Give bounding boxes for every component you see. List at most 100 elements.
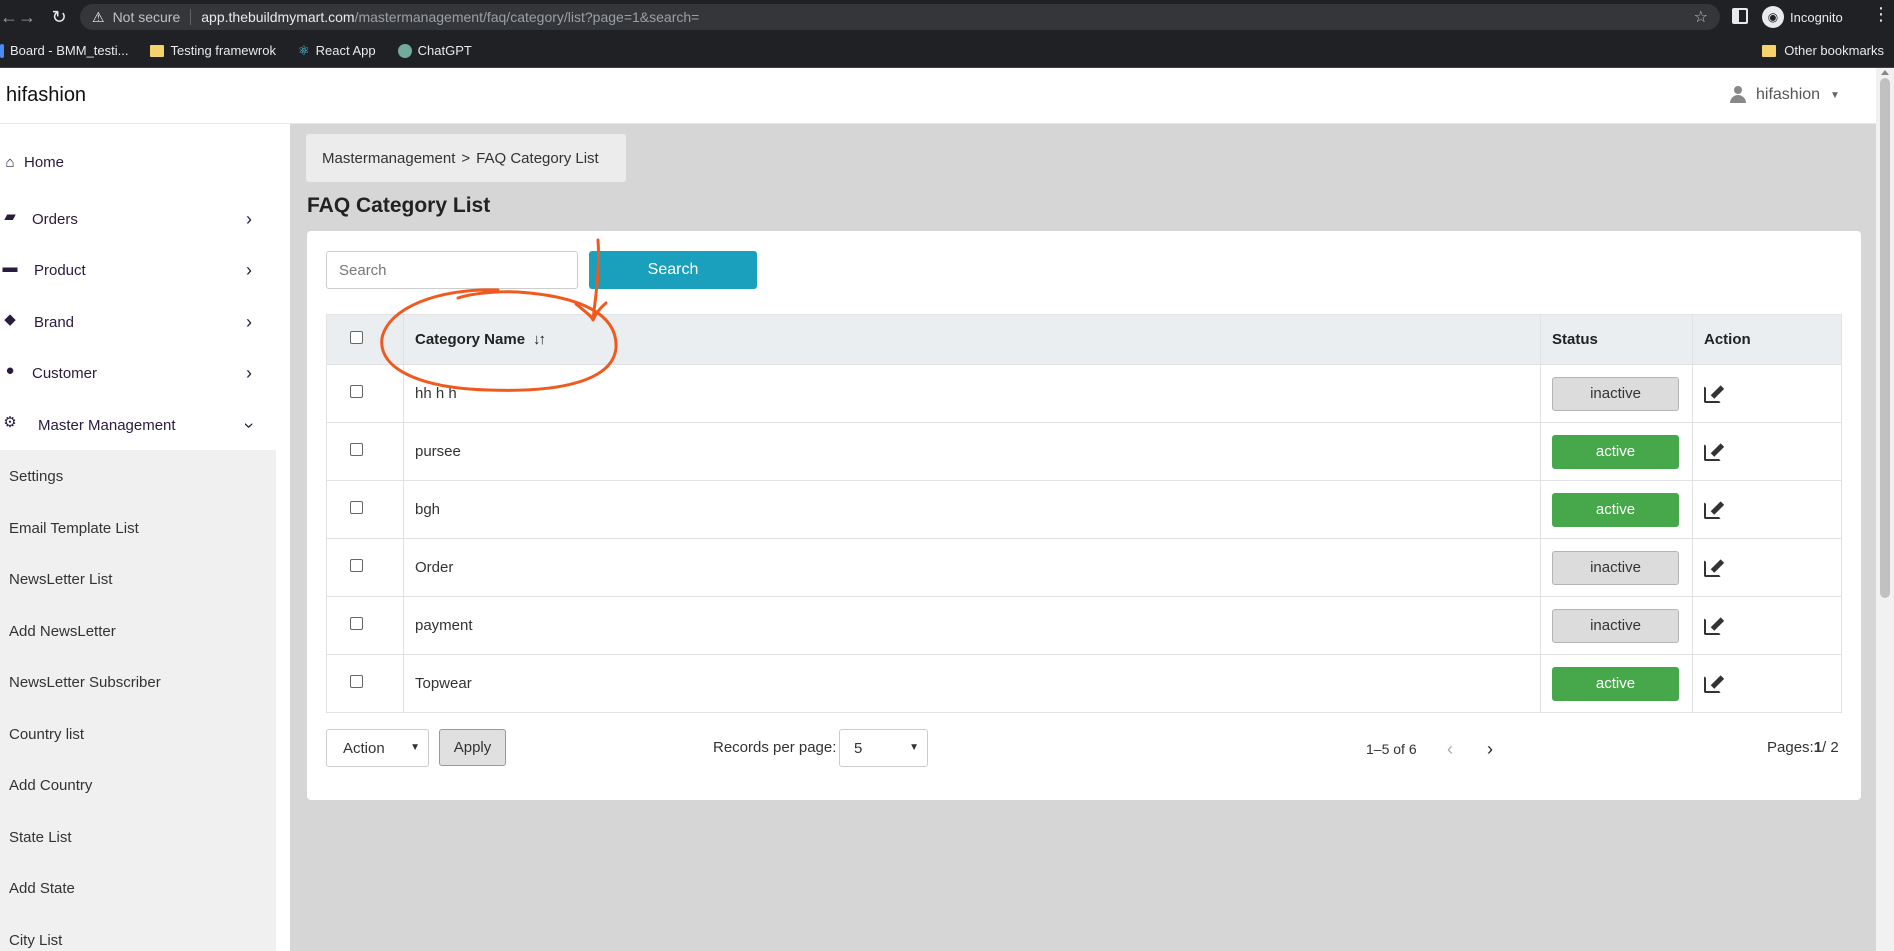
next-page-icon[interactable]: › xyxy=(1487,739,1493,760)
other-bookmarks[interactable]: Other bookmarks xyxy=(1762,43,1884,58)
bulk-action-value: Action xyxy=(343,739,385,757)
bookmark-item[interactable]: Testing framewrok xyxy=(150,43,276,58)
status-badge[interactable]: inactive xyxy=(1552,608,1679,643)
sidebar-item-orders[interactable]: ▰ Orders › xyxy=(0,199,290,239)
sidebar-item-home[interactable]: ⌂ Home xyxy=(0,142,290,182)
row-checkbox[interactable] xyxy=(350,559,363,572)
side-panel-icon[interactable] xyxy=(1732,8,1748,24)
forward-icon[interactable]: → xyxy=(14,4,40,30)
bookmark-label: Testing framewrok xyxy=(170,43,276,58)
submenu-item[interactable]: Add NewsLetter xyxy=(9,623,116,640)
table-row: Order inactive xyxy=(326,538,1842,597)
sort-icon[interactable]: ↓↑ xyxy=(533,331,546,348)
chevron-down-icon: ▼ xyxy=(909,742,919,753)
edit-icon[interactable] xyxy=(1704,383,1722,403)
bulk-action-select[interactable]: Action ▼ xyxy=(326,729,429,767)
row-checkbox[interactable] xyxy=(350,443,363,456)
edit-icon[interactable] xyxy=(1704,441,1722,461)
row-checkbox[interactable] xyxy=(350,385,363,398)
table-row: hh h h inactive xyxy=(326,364,1842,423)
select-all-checkbox[interactable] xyxy=(350,331,363,344)
scrollbar-thumb[interactable] xyxy=(1880,78,1890,598)
records-per-page-select[interactable]: 5 ▼ xyxy=(839,729,928,767)
status-badge[interactable]: inactive xyxy=(1552,550,1679,585)
select-all-cell xyxy=(326,314,404,365)
bookmark-star-icon[interactable]: ☆ xyxy=(1694,7,1708,27)
row-checkbox[interactable] xyxy=(350,617,363,630)
sidebar-item-label: Orders xyxy=(32,210,78,228)
page-title: FAQ Category List xyxy=(307,194,491,217)
pages-total: / 2 xyxy=(1822,739,1839,756)
sidebar-item-label: Customer xyxy=(32,364,98,382)
sidebar-item-master-management[interactable]: ⚙ Master Management › xyxy=(0,405,290,445)
submenu-item[interactable]: State List xyxy=(9,829,72,846)
caret-down-icon: ▼ xyxy=(1830,89,1840,101)
address-bar[interactable]: ⚠ Not secure app.thebuildmymart.com/mast… xyxy=(80,4,1720,30)
edit-icon[interactable] xyxy=(1704,673,1722,693)
incognito-label: Incognito xyxy=(1790,9,1843,25)
tags-icon: ◆ xyxy=(4,311,16,328)
prev-page-icon[interactable]: ‹ xyxy=(1447,739,1453,760)
category-name-label: Category Name xyxy=(415,331,526,348)
submenu-item[interactable]: NewsLetter Subscriber xyxy=(9,674,161,691)
status-cell: active xyxy=(1540,654,1693,713)
status-badge[interactable]: active xyxy=(1552,666,1679,701)
bookmark-item[interactable]: ChatGPT xyxy=(397,43,472,58)
action-cell xyxy=(1692,538,1842,597)
category-name-cell: payment xyxy=(403,596,1541,655)
row-checkbox[interactable] xyxy=(350,675,363,688)
folder-icon xyxy=(1762,44,1777,57)
bookmark-item[interactable]: Board - BMM_testi... xyxy=(0,43,129,58)
incognito-badge[interactable]: ◉ Incognito xyxy=(1762,6,1843,28)
apply-button[interactable]: Apply xyxy=(439,729,506,766)
submenu-item[interactable]: City List xyxy=(9,932,62,949)
incognito-icon: ◉ xyxy=(1762,6,1784,28)
submenu-item[interactable]: Add State xyxy=(9,880,75,897)
status-badge[interactable]: active xyxy=(1552,434,1679,469)
submenu-item[interactable]: Add Country xyxy=(9,777,92,794)
category-name-header[interactable]: Category Name ↓↑ xyxy=(403,314,1541,365)
action-cell xyxy=(1692,596,1842,655)
breadcrumb-separator: > xyxy=(461,149,471,167)
status-badge[interactable]: active xyxy=(1552,492,1679,527)
submenu-item[interactable]: Settings xyxy=(9,468,63,485)
page-scrollbar[interactable] xyxy=(1876,68,1894,951)
row-checkbox[interactable] xyxy=(350,501,363,514)
sidebar-item-product[interactable]: ▬ Product › xyxy=(0,250,290,290)
row-select-cell xyxy=(326,422,404,481)
category-name-cell: Topwear xyxy=(403,654,1541,713)
user-menu[interactable]: hifashion ▼ xyxy=(1730,86,1840,104)
brand-logo-text[interactable]: hifashion xyxy=(6,84,86,107)
bookmark-item[interactable]: ⚛ React App xyxy=(298,43,376,59)
chevron-right-icon: › xyxy=(246,311,252,332)
browser-menu-icon[interactable]: ⋮ xyxy=(1872,4,1890,25)
url-path: /mastermanagement/faq/category/list?page… xyxy=(354,9,700,25)
category-name-cell: bgh xyxy=(403,480,1541,539)
search-button[interactable]: Search xyxy=(589,251,757,289)
breadcrumb-parent[interactable]: Mastermanagement xyxy=(322,150,455,167)
submenu-item[interactable]: Email Template List xyxy=(9,520,139,537)
submenu-item[interactable]: NewsLetter List xyxy=(9,571,112,588)
submenu-item[interactable]: Country list xyxy=(9,726,84,743)
edit-icon[interactable] xyxy=(1704,615,1722,635)
status-cell: active xyxy=(1540,480,1693,539)
table-row: bgh active xyxy=(326,480,1842,539)
reload-icon[interactable]: ↻ xyxy=(46,4,72,30)
bookmark-label: Board - BMM_testi... xyxy=(10,43,129,58)
chevron-right-icon: › xyxy=(246,259,252,280)
status-cell: inactive xyxy=(1540,538,1693,597)
other-bookmarks-label: Other bookmarks xyxy=(1784,43,1884,58)
status-badge[interactable]: inactive xyxy=(1552,376,1679,411)
scroll-up-icon[interactable] xyxy=(1881,70,1889,75)
search-input[interactable] xyxy=(326,251,578,289)
status-cell: active xyxy=(1540,422,1693,481)
edit-icon[interactable] xyxy=(1704,557,1722,577)
sidebar-item-brand[interactable]: ◆ Brand › xyxy=(0,302,290,342)
url-host: app.thebuildmymart.com xyxy=(201,9,355,25)
pagination-range: 1–5 of 6 xyxy=(1366,741,1417,757)
pages-indicator: Pages:1/ 2 xyxy=(1767,739,1839,756)
action-cell xyxy=(1692,422,1842,481)
table-footer: Action ▼ Apply Records per page: 5 ▼ 1–5… xyxy=(326,729,1842,769)
edit-icon[interactable] xyxy=(1704,499,1722,519)
sidebar-item-customer[interactable]: ● Customer › xyxy=(0,353,290,393)
